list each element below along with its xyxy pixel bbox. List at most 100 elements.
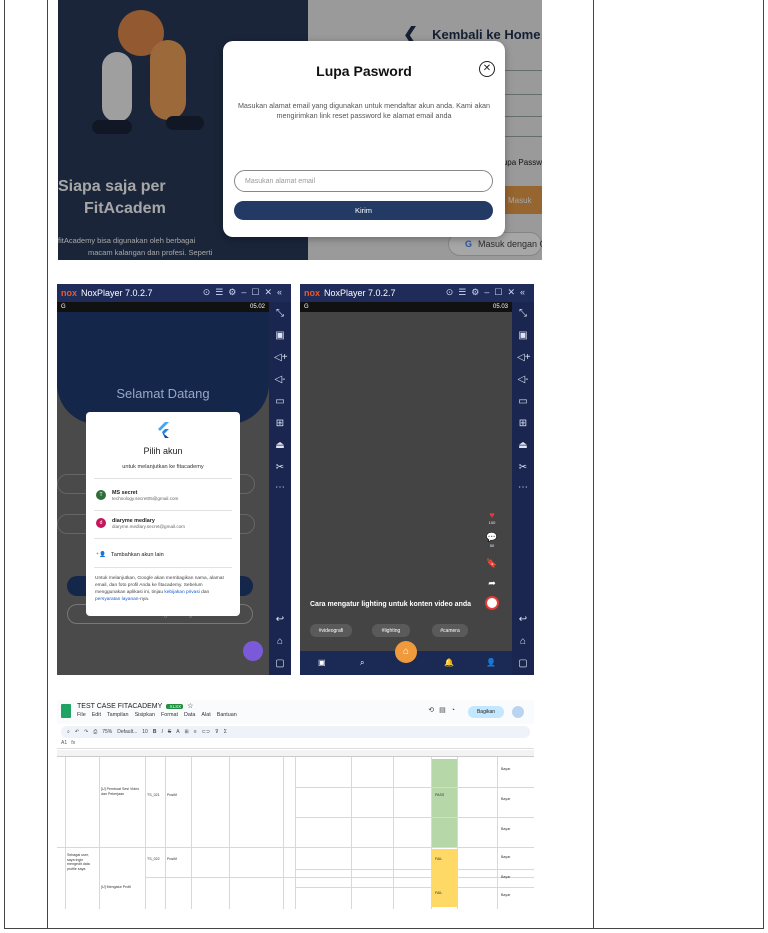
volume-up-icon[interactable]: ◁+ <box>274 352 288 363</box>
menu-item[interactable]: Data <box>184 712 195 718</box>
add-account-item[interactable]: ⁺👤 Tambahkan akun lain <box>96 552 164 558</box>
screenshot-icon[interactable]: ▣ <box>274 330 286 341</box>
print-icon[interactable]: ⎙ <box>93 729 97 735</box>
privacy-policy-link[interactable]: kebijakan privasi <box>164 590 199 595</box>
avatar[interactable] <box>512 706 524 718</box>
window-controls[interactable]: ⊙☰⚙–☐✕« <box>203 287 287 298</box>
window-title: NoxPlayer 7.0.2.7 <box>81 288 153 298</box>
apk-icon[interactable]: ⊞ <box>274 418 286 429</box>
nox-logo: nox <box>61 288 78 298</box>
sheets-icon <box>61 704 71 718</box>
comment-button[interactable]: 💬 50 <box>482 532 502 548</box>
floating-avatar[interactable] <box>243 641 263 661</box>
grid-line <box>283 757 284 909</box>
menu-item[interactable]: Bantuan <box>217 712 237 718</box>
library-icon[interactable]: ▣ <box>318 658 326 667</box>
display-icon[interactable]: ▭ <box>274 396 286 407</box>
italic-icon[interactable]: I <box>161 729 162 735</box>
submit-button[interactable]: Kirim <box>234 201 493 220</box>
close-icon[interactable]: ✕ <box>479 61 495 77</box>
menu-item[interactable]: Sisipkan <box>135 712 155 718</box>
status-bar: G 05.02 <box>57 302 269 312</box>
expand-icon[interactable]: ⤡ <box>517 308 529 319</box>
nox-logo: nox <box>304 288 321 298</box>
tag-chip[interactable]: #lighting <box>372 624 410 637</box>
notification-icon[interactable]: 🔔 <box>444 658 454 667</box>
screen-title: Selamat Datang <box>116 386 210 401</box>
undo-icon[interactable]: ↶ <box>75 729 79 735</box>
bottom-nav: ▣ ⌕ ⌂ 🔔 👤 <box>300 641 512 675</box>
operations-icon[interactable]: ⏏ <box>517 440 529 451</box>
phone-screen: G 05.02 Selamat Datang G Masuk dengan Go… <box>57 302 269 675</box>
tag-chip[interactable]: #videografi <box>310 624 352 637</box>
redo-icon[interactable]: ↷ <box>84 729 88 735</box>
more-icon[interactable]: ⋯ <box>274 482 286 493</box>
star-icon[interactable]: ☆ <box>187 702 193 710</box>
bookmark-icon[interactable]: 🔖 <box>482 558 502 569</box>
more-icon[interactable]: ⋯ <box>517 482 529 493</box>
apk-icon[interactable]: ⊞ <box>517 418 529 429</box>
volume-down-icon[interactable]: ◁- <box>517 374 529 385</box>
search-icon[interactable]: ⌕ <box>67 729 70 735</box>
scissors-icon[interactable]: ✂ <box>517 462 529 473</box>
font-select[interactable]: Default... <box>117 729 137 735</box>
volume-down-icon[interactable]: ◁- <box>274 374 286 385</box>
function-icon[interactable]: Σ <box>224 729 227 735</box>
recents-icon[interactable]: ▢ <box>517 658 529 669</box>
menu-item[interactable]: Edit <box>92 712 101 718</box>
window-controls[interactable]: ⊙☰⚙–☐✕« <box>446 287 530 298</box>
expand-icon[interactable]: ⤡ <box>274 308 286 319</box>
table-column-divider <box>47 0 48 928</box>
home-icon[interactable]: ⌂ <box>395 641 417 663</box>
back-icon[interactable]: ↩ <box>274 614 286 625</box>
account-item[interactable]: T MS secret technology.secret05@gmail.co… <box>96 484 232 506</box>
strikethrough-icon[interactable]: S <box>168 729 171 735</box>
bold-icon[interactable]: B <box>153 729 157 735</box>
screenshot-icon[interactable]: ▣ <box>517 330 529 341</box>
align-icon[interactable]: ≡ <box>194 729 197 735</box>
share-icon[interactable]: ➦ <box>482 578 502 589</box>
display-icon[interactable]: ▭ <box>517 396 529 407</box>
search-icon[interactable]: ⌕ <box>360 658 364 668</box>
recents-icon[interactable]: ▢ <box>274 658 286 669</box>
menu-item[interactable]: File <box>77 712 86 718</box>
back-icon[interactable]: ↩ <box>517 614 529 625</box>
borders-icon[interactable]: ⊞ <box>185 729 189 735</box>
web-forgot-password-screenshot: Siapa saja per FitAcadem fitAcademy bisa… <box>58 0 542 260</box>
terms-link[interactable]: persyaratan layanan <box>95 597 138 602</box>
email-input[interactable]: Masukan alamat email <box>234 170 493 192</box>
font-size[interactable]: 10 <box>142 729 148 735</box>
link-icon[interactable]: ⊂⊃ <box>202 729 210 735</box>
home-icon[interactable]: ⌂ <box>517 636 529 647</box>
grid-line <box>295 787 534 788</box>
table-cell: Bayar <box>501 827 511 831</box>
forgot-password-modal: Lupa Pasword ✕ Masukan alamat email yang… <box>223 41 505 237</box>
like-button[interactable]: ♥ 100 <box>482 510 502 525</box>
scissors-icon[interactable]: ✂ <box>274 462 286 473</box>
menu-item[interactable]: Tampilan <box>107 712 129 718</box>
like-count: 100 <box>488 520 496 525</box>
video-title: Cara mengatur lighting untuk konten vide… <box>310 601 472 608</box>
table-cell: Bayar <box>501 855 511 859</box>
volume-up-icon[interactable]: ◁+ <box>517 352 531 363</box>
toolbar: ⌕ ↶ ↷ ⎙ 75% Default... 10 B I S A ⊞ ≡ ⊂⊃… <box>61 726 530 738</box>
table-cell: [U] Mengatur Profil <box>101 885 131 889</box>
status-clock: 05.03 <box>492 304 508 310</box>
account-item[interactable]: d diaryme medlary diaryme.medlary.secret… <box>96 512 232 534</box>
tag-chip[interactable]: #camera <box>432 624 468 637</box>
creator-avatar[interactable] <box>482 596 502 612</box>
profile-icon[interactable]: 👤 <box>486 658 496 667</box>
share-button[interactable]: Bagikan <box>468 706 504 718</box>
operations-icon[interactable]: ⏏ <box>274 440 286 451</box>
sheet-grid[interactable]: [U] Pembuat Sesi Video dan Pekerjaan TS_… <box>57 757 534 909</box>
filter-icon[interactable]: ⊽ <box>215 729 219 735</box>
sheet-title[interactable]: TEST CASE FITACADEMY <box>77 703 162 710</box>
home-icon[interactable]: ⌂ <box>274 636 286 647</box>
zoom-select[interactable]: 75% <box>102 729 112 735</box>
menu-item[interactable]: Format <box>161 712 178 718</box>
text-color-icon[interactable]: A <box>176 729 179 735</box>
history-icons[interactable]: ⟲▤◔ <box>428 706 460 714</box>
table-cell: Bayar <box>501 875 511 879</box>
menu-item[interactable]: Alat <box>201 712 210 718</box>
formula-bar[interactable]: A1 fx <box>57 740 534 749</box>
